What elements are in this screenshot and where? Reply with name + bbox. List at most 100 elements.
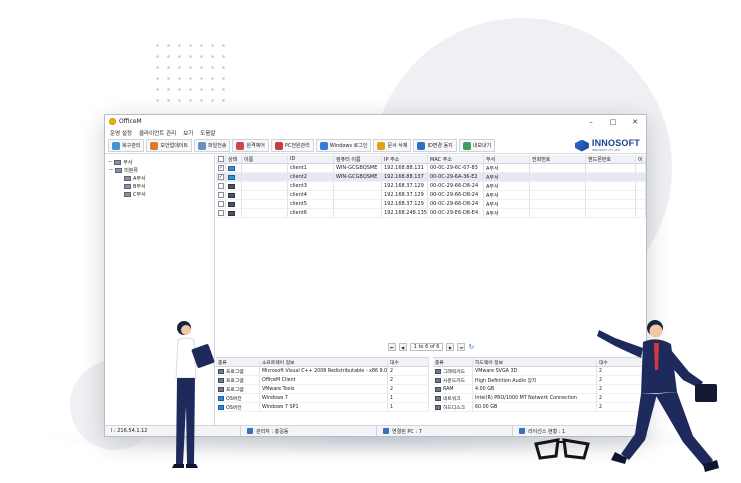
main-panel: 상태 이름 ID 컴퓨터 이름 IP 주소 MAC 주소 부서 전화번호 핸드폰… <box>216 155 646 425</box>
menu-help[interactable]: 도움말 <box>200 129 215 137</box>
column-header[interactable]: 컴퓨터 이름 <box>334 155 382 163</box>
cell-text: 하드디스크 <box>443 405 466 411</box>
cell-text: 연결된 PC : 7 <box>392 428 422 435</box>
prev-page-button[interactable]: ◀ <box>398 343 407 351</box>
first-page-button[interactable]: ⏮ <box>387 343 396 351</box>
select-all-checkbox[interactable] <box>218 156 224 162</box>
cell-text: 복구관리 <box>122 143 141 149</box>
select-cell: ✓ <box>216 173 226 181</box>
column-header[interactable]: 이 <box>636 155 646 163</box>
phone-cell <box>530 164 586 172</box>
tree-item-dept-a[interactable]: A부서 <box>108 174 211 182</box>
security-update-icon <box>150 141 159 150</box>
recovery-button[interactable]: 복구관리 <box>108 139 145 152</box>
row-checkbox[interactable]: ✓ <box>218 165 224 171</box>
column-header[interactable]: 하드웨어 정보 <box>473 358 597 366</box>
cell-text: 192.168.37.129 <box>384 183 424 189</box>
count-cell: 1 <box>388 403 429 411</box>
tree-item-unclassified[interactable]: − 미분류 <box>108 166 211 174</box>
tree-item-root[interactable]: − 부서 <box>108 158 211 166</box>
folder-icon <box>115 167 123 173</box>
mobile-cell <box>586 173 636 181</box>
column-header[interactable]: 대수 <box>388 358 429 366</box>
software-row[interactable]: OS버전 Windows 7 1 <box>216 394 429 403</box>
collapse-icon[interactable]: − <box>109 167 113 173</box>
menu-view[interactable]: 보기 <box>183 129 193 137</box>
client-row[interactable]: client6 192.168.248.135 00-0C-29-E6-D8-E4 A… <box>216 209 646 218</box>
cell-text: WIN-GCGBQSME <box>336 165 378 171</box>
menu-client-management[interactable]: 클라이언트 관리 <box>139 129 176 137</box>
client-row[interactable]: client4 192.168.37.129 00-0C-29-66-D8-24 A부… <box>216 191 646 200</box>
collapse-icon[interactable]: − <box>108 159 112 165</box>
select-cell <box>216 200 226 208</box>
delete-document-button[interactable]: 문서 삭제 <box>373 139 412 152</box>
file-transfer-button[interactable]: 파일전송 <box>194 139 231 152</box>
software-row[interactable]: 프로그램 VMware Tools 2 <box>216 385 429 394</box>
client-grid-body: ✓ client1 WIN-GCGBQSME 192.168.88.131 00-0C-… <box>216 164 646 218</box>
last-page-button[interactable]: ⏭ <box>457 343 466 351</box>
column-header[interactable]: 종류 <box>433 358 473 366</box>
cell-text: A부서 <box>133 175 146 182</box>
status-cell <box>226 164 242 172</box>
type-cell: 그래픽카드 <box>433 367 473 375</box>
row-checkbox[interactable]: ✓ <box>218 174 224 180</box>
name-cell <box>242 164 288 172</box>
row-checkbox[interactable] <box>218 183 224 189</box>
column-header[interactable]: 종류 <box>216 358 260 366</box>
software-row[interactable]: 프로그램 Microsoft Visual C++ 2008 Redistribu… <box>216 367 429 376</box>
minimize-button[interactable]: – <box>580 118 602 126</box>
column-header[interactable]: IP 주소 <box>382 155 428 163</box>
client-row[interactable]: client3 192.168.37.129 00-0C-29-66-D8-24 A부… <box>216 182 646 191</box>
close-button[interactable]: ✕ <box>624 118 646 126</box>
cell-text: 00-0C-29-E6-D8-E4 <box>430 210 479 216</box>
mac-cell: 00-0C-29-6A-36-E2 <box>428 173 484 181</box>
column-header[interactable]: 상태 <box>226 155 242 163</box>
row-checkbox[interactable] <box>218 192 224 198</box>
cell-text: 프로그램 <box>226 387 244 393</box>
windows-login-button[interactable]: Windows 로그인 <box>315 139 372 152</box>
client-row[interactable]: client5 192.168.37.129 00-0C-29-66-D8-24 A부… <box>216 200 646 209</box>
menu-settings[interactable]: 운영 설정 <box>110 129 132 137</box>
info-cell: OfficeM Client <box>260 376 388 384</box>
client-row[interactable]: ✓ client1 WIN-GCGBQSME 192.168.88.131 00-0C-… <box>216 164 646 173</box>
column-header[interactable]: 소프트웨어 정보 <box>260 358 388 366</box>
monitor-icon <box>228 165 235 171</box>
export-button[interactable]: 내보내기 <box>458 139 496 152</box>
tree-item-dept-c[interactable]: C부서 <box>108 190 211 198</box>
refresh-icon[interactable]: ↻ <box>468 343 474 351</box>
type-cell: 네트워크 <box>433 394 473 402</box>
cell-text: PC전원관리 <box>284 143 310 149</box>
extra-cell <box>636 182 646 190</box>
innosoft-logo: INNOSOFT INNOSOFT CO.,LTD. <box>574 139 640 152</box>
maximize-button[interactable]: □ <box>602 118 624 126</box>
column-header[interactable]: 전화번호 <box>530 155 586 163</box>
column-header[interactable]: MAC 주소 <box>428 155 484 163</box>
column-header[interactable]: 이름 <box>242 155 288 163</box>
hardware-icon <box>435 377 441 383</box>
column-header[interactable]: ID <box>288 155 334 163</box>
next-page-button[interactable]: ▶ <box>446 343 455 351</box>
security-update-button[interactable]: 보안업데이트 <box>146 139 193 152</box>
pc-power-button[interactable]: PC전원관리 <box>270 139 314 152</box>
tree-item-dept-b[interactable]: B부서 <box>108 182 211 190</box>
toolbar: 복구관리 보안업데이트 파일전송 원격제어 PC전원관리 Windows 로그인… <box>105 138 646 154</box>
software-row[interactable]: OS버전 Windows 7 SP1 1 <box>216 403 429 412</box>
status-cell <box>226 209 242 217</box>
select-all-cell[interactable] <box>216 155 226 163</box>
row-checkbox[interactable] <box>218 201 224 207</box>
column-header[interactable]: 핸드폰번호 <box>586 155 636 163</box>
software-grid-body: 프로그램 Microsoft Visual C++ 2008 Redistribu… <box>216 367 429 412</box>
remote-control-button[interactable]: 원격제어 <box>232 139 269 152</box>
menu-bar: 운영 설정 클라이언트 관리 보기 도움말 <box>105 128 646 138</box>
id-cell: client3 <box>288 182 334 190</box>
software-row[interactable]: 프로그램 OfficeM Client 2 <box>216 376 429 385</box>
row-checkbox[interactable] <box>218 210 224 216</box>
cell-text: Windows 7 SP1 <box>262 404 299 410</box>
id-change-button[interactable]: ID변경 동지 <box>413 139 457 152</box>
column-header[interactable]: 부서 <box>484 155 530 163</box>
client-row[interactable]: ✓ client2 WIN-GCGBQSME 192.168.88.137 00-0C-… <box>216 173 646 182</box>
mac-cell: 00-0C-29-E6-D8-E4 <box>428 209 484 217</box>
license-icon <box>519 428 525 434</box>
name-cell <box>242 200 288 208</box>
cell-text: A부서 <box>486 174 499 181</box>
